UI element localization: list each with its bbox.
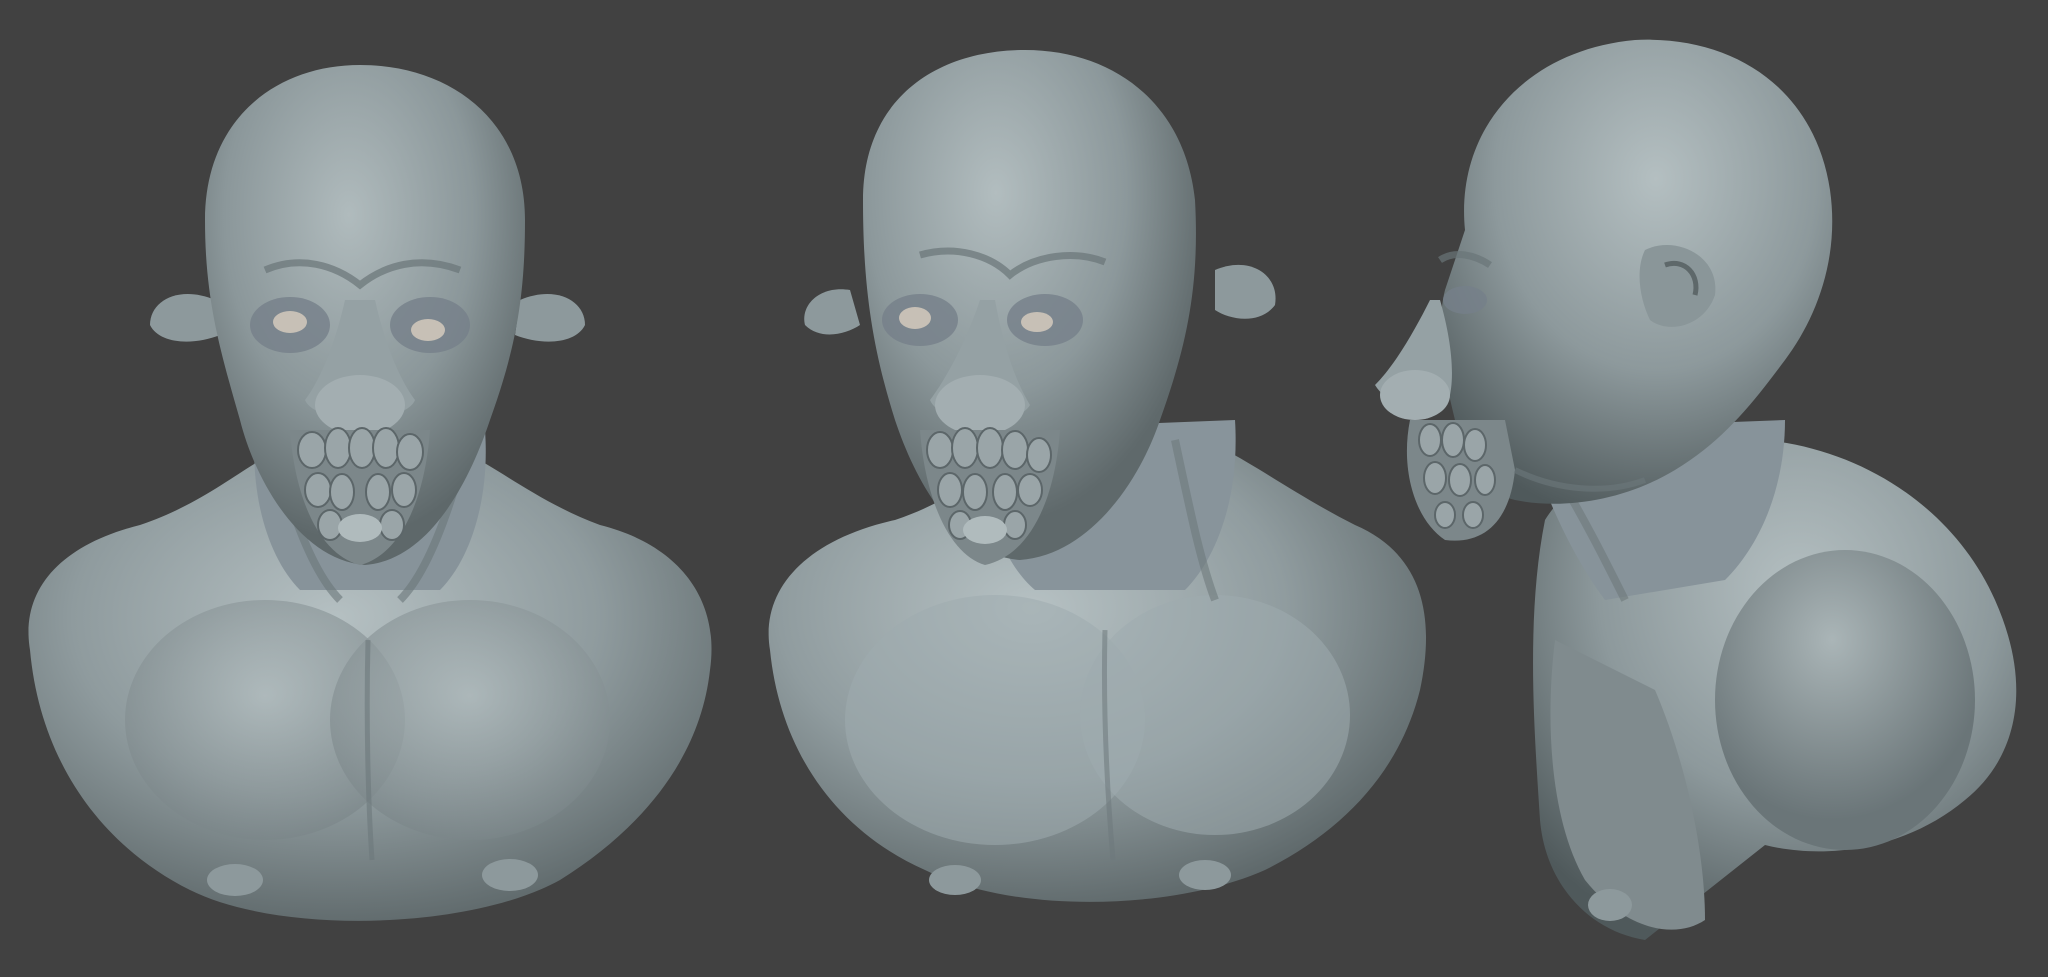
bust-side-view — [1345, 0, 2048, 977]
bust-three-quarter-render — [768, 50, 1427, 902]
bust-side-render — [1375, 39, 2017, 940]
bust-front-render — [28, 65, 712, 921]
bust-three-quarter-view — [745, 0, 1445, 977]
sculpt-viewport[interactable] — [0, 0, 2048, 977]
bust-front-view — [0, 0, 730, 977]
